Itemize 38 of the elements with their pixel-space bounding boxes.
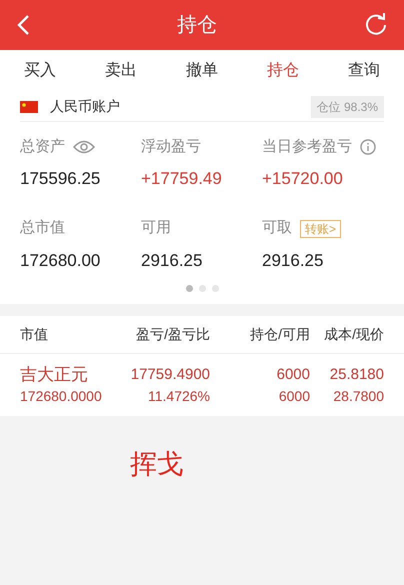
stat-value: 2916.25 bbox=[262, 250, 324, 272]
stat-value: +15720.00 bbox=[262, 168, 344, 190]
position-ratio: 仓位 98.3% bbox=[310, 96, 384, 118]
tab[interactable]: 撤单 bbox=[186, 59, 218, 83]
table-cell: 吉大正元 bbox=[20, 364, 88, 386]
tab[interactable]: 查询 bbox=[348, 59, 380, 83]
info-icon[interactable] bbox=[360, 139, 376, 155]
tab[interactable]: 卖出 bbox=[105, 59, 137, 83]
stat-label: 总市值 bbox=[20, 218, 65, 238]
table-cell-text: 17759.4900 bbox=[130, 365, 210, 385]
stat-label: 当日参考盈亏 bbox=[262, 136, 352, 157]
stat-value: 2916.25 bbox=[141, 250, 204, 272]
flag-icon bbox=[20, 100, 38, 112]
stat-label: 浮动盈亏 bbox=[141, 136, 201, 157]
column-header: 成本/现价 bbox=[323, 325, 384, 344]
annotation-text: 挥戈 bbox=[130, 449, 184, 479]
stat-label: 总资产 bbox=[20, 136, 65, 157]
back-icon[interactable] bbox=[16, 14, 30, 36]
tab[interactable]: 买入 bbox=[24, 59, 56, 83]
tab[interactable]: 持仓 bbox=[267, 59, 299, 83]
table-cell-text: 172680.0000 bbox=[20, 387, 102, 406]
stat-value: 172680.00 bbox=[20, 250, 102, 272]
table-cell-text: 11.4726% bbox=[148, 387, 210, 406]
account-name: 人民币账户 bbox=[50, 97, 120, 116]
column-header: 持仓/可用 bbox=[249, 325, 310, 344]
stat-value: 175596.25 bbox=[20, 168, 102, 190]
eye-icon[interactable] bbox=[73, 140, 95, 154]
refresh-icon[interactable] bbox=[364, 13, 388, 37]
page-title: 持仓 bbox=[177, 13, 217, 38]
table-cell-text: 6000 bbox=[276, 365, 310, 385]
stat-value: +17759.49 bbox=[141, 168, 223, 190]
stat-label: 可取 bbox=[262, 218, 292, 238]
column-header: 盈亏/盈亏比 bbox=[135, 325, 210, 344]
column-header: 市值 bbox=[20, 325, 49, 344]
table-cell-text: 25.8180 bbox=[330, 365, 384, 385]
table-cell-text: 28.7800 bbox=[333, 387, 384, 406]
stat-label: 可用 bbox=[141, 218, 171, 238]
table-cell-text: 6000 bbox=[278, 387, 310, 406]
